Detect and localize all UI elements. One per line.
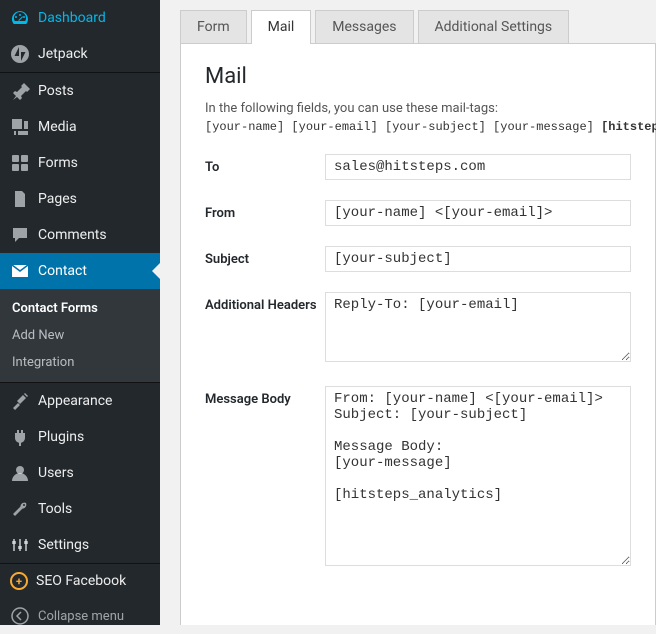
menu-label: Posts [38, 83, 74, 99]
pages-icon [10, 189, 30, 209]
tab-additional-settings[interactable]: Additional Settings [418, 10, 570, 43]
menu-label: Users [38, 465, 74, 481]
menu-label: Pages [38, 191, 77, 207]
label-from: From [205, 200, 325, 226]
row-to: To [205, 154, 631, 180]
sidebar-item-tools[interactable]: Tools [0, 491, 160, 527]
comments-icon [10, 225, 30, 245]
submenu-item-integration[interactable]: Integration [0, 349, 160, 376]
sidebar-item-pages[interactable]: Pages [0, 181, 160, 217]
submenu-item-contact-forms[interactable]: Contact Forms [0, 295, 160, 322]
mail-panel: Mail In the following fields, you can us… [180, 43, 656, 625]
menu-label: Dashboard [38, 10, 106, 26]
collapse-menu[interactable]: Collapse menu [0, 598, 160, 634]
label-message-body: Message Body [205, 386, 325, 570]
menu-label: SEO Facebook [36, 573, 126, 589]
row-additional-headers: Additional Headers [205, 292, 631, 366]
menu-label: Tools [38, 501, 72, 517]
menu-label: Settings [38, 537, 89, 553]
tab-messages[interactable]: Messages [315, 10, 413, 43]
sidebar-item-plugins[interactable]: Plugins [0, 419, 160, 455]
mail-icon [10, 261, 30, 281]
menu-label: Contact [38, 263, 87, 279]
jetpack-icon [10, 44, 30, 64]
textarea-additional-headers[interactable] [325, 292, 631, 362]
menu-label: Forms [38, 155, 78, 171]
sidebar-item-media[interactable]: Media [0, 109, 160, 145]
textarea-message-body[interactable] [325, 386, 631, 566]
menu-label: Plugins [38, 429, 84, 445]
sidebar-item-jetpack[interactable]: Jetpack [0, 36, 160, 72]
menu-label: Appearance [38, 393, 112, 409]
plus-circle-icon: + [10, 572, 28, 590]
sidebar-item-forms[interactable]: Forms [0, 145, 160, 181]
input-subject[interactable] [325, 246, 631, 272]
menu-label: Comments [38, 227, 107, 243]
sidebar-item-comments[interactable]: Comments [0, 217, 160, 253]
label-to: To [205, 154, 325, 180]
pin-icon [10, 81, 30, 101]
settings-icon [10, 535, 30, 555]
panel-heading: Mail [205, 64, 631, 89]
menu-label: Media [38, 119, 77, 135]
label-additional-headers: Additional Headers [205, 292, 325, 366]
row-message-body: Message Body [205, 386, 631, 570]
forms-icon [10, 153, 30, 173]
appearance-icon [10, 391, 30, 411]
collapse-icon [10, 606, 30, 626]
tab-mail[interactable]: Mail [251, 10, 312, 44]
sidebar-item-seo-facebook[interactable]: + SEO Facebook [0, 564, 160, 598]
plugins-icon [10, 427, 30, 447]
tab-form[interactable]: Form [180, 10, 247, 43]
sidebar-item-users[interactable]: Users [0, 455, 160, 491]
input-from[interactable] [325, 200, 631, 226]
submenu-item-add-new[interactable]: Add New [0, 322, 160, 349]
submenu-contact: Contact Forms Add New Integration [0, 289, 160, 382]
main-content: Form Mail Messages Additional Settings M… [160, 0, 656, 625]
mail-tags: [your-name] [your-email] [your-subject] … [205, 120, 631, 134]
panel-intro: In the following fields, you can use the… [205, 101, 631, 116]
row-subject: Subject [205, 246, 631, 272]
tabs: Form Mail Messages Additional Settings [180, 10, 656, 43]
menu-label: Jetpack [38, 46, 88, 62]
row-from: From [205, 200, 631, 226]
sidebar-item-dashboard[interactable]: Dashboard [0, 0, 160, 36]
label-subject: Subject [205, 246, 325, 272]
sidebar-item-posts[interactable]: Posts [0, 73, 160, 109]
tools-icon [10, 499, 30, 519]
media-icon [10, 117, 30, 137]
collapse-label: Collapse menu [38, 609, 124, 624]
sidebar-item-settings[interactable]: Settings [0, 527, 160, 563]
admin-sidebar: Dashboard Jetpack Posts Media Forms [0, 0, 160, 625]
input-to[interactable] [325, 154, 631, 180]
users-icon [10, 463, 30, 483]
dashboard-icon [10, 8, 30, 28]
sidebar-item-appearance[interactable]: Appearance [0, 383, 160, 419]
sidebar-item-contact[interactable]: Contact [0, 253, 160, 289]
